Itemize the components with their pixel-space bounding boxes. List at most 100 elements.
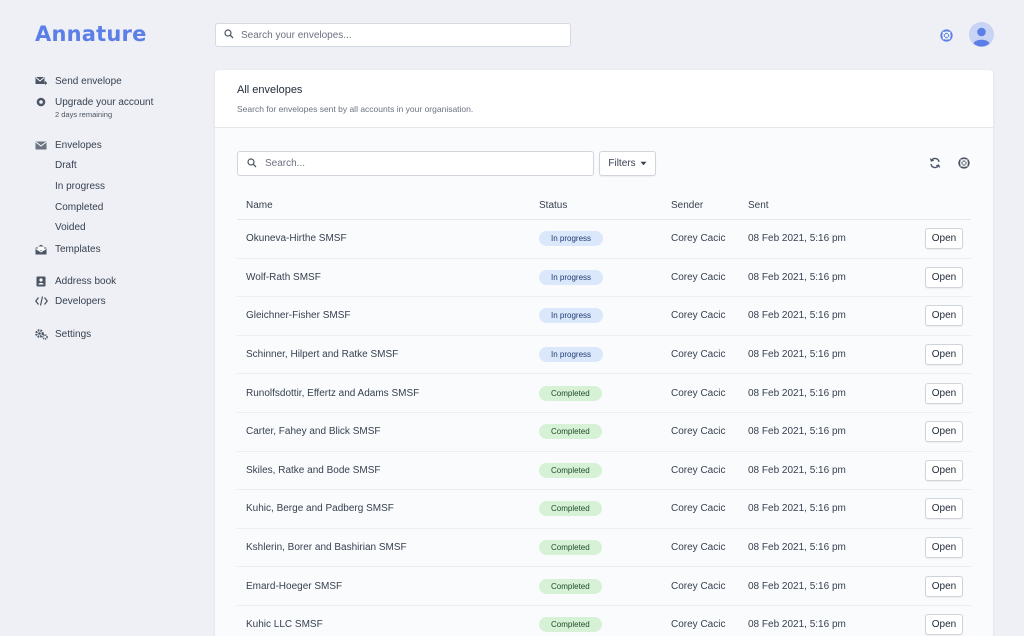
- status-badge: Completed: [539, 462, 602, 478]
- envelope-name: Kuhic LLC SMSF: [246, 619, 323, 631]
- status-cell: In progress: [539, 269, 671, 285]
- status-cell: Completed: [539, 540, 671, 556]
- table-row[interactable]: Kuhic LLC SMSF Completed Corey Cacic 08 …: [237, 606, 971, 636]
- open-button[interactable]: Open: [925, 382, 963, 404]
- status-cell: In progress: [539, 347, 671, 363]
- trial-remaining-note: 2 days remaining: [55, 110, 113, 119]
- sidebar-item-settings[interactable]: Settings: [34, 328, 91, 340]
- open-button[interactable]: Open: [925, 575, 963, 597]
- table-row[interactable]: Schinner, Hilpert and Ratke SMSF In prog…: [237, 336, 971, 375]
- envelopes-card: All envelopes Search for envelopes sent …: [215, 70, 993, 636]
- envelope-sent-date: 08 Feb 2021, 5:16 pm: [748, 580, 846, 592]
- help-icon[interactable]: [957, 156, 971, 170]
- envelope-name: Kuhic, Berge and Padberg SMSF: [246, 503, 394, 515]
- status-cell: Completed: [539, 617, 671, 633]
- help-icon[interactable]: [938, 27, 954, 43]
- status-badge: Completed: [539, 540, 602, 556]
- status-cell: In progress: [539, 231, 671, 247]
- code-icon: [34, 295, 48, 307]
- open-button[interactable]: Open: [925, 228, 963, 250]
- status-badge: Completed: [539, 501, 602, 517]
- table-row[interactable]: Carter, Fahey and Blick SMSF Completed C…: [237, 413, 971, 452]
- top-search-bar[interactable]: [215, 23, 571, 47]
- sidebar-item-send-envelope[interactable]: Send envelope: [34, 75, 122, 87]
- table-row[interactable]: Kuhic, Berge and Padberg SMSF Completed …: [237, 490, 971, 529]
- action-cell: Open: [899, 344, 971, 366]
- envelope-name: Carter, Fahey and Blick SMSF: [246, 426, 381, 438]
- sidebar-item-developers[interactable]: Developers: [34, 295, 106, 307]
- status-cell: In progress: [539, 308, 671, 324]
- envelope-name: Kshlerin, Borer and Bashirian SMSF: [246, 542, 407, 554]
- sidebar-item-label: Upgrade your account: [55, 96, 154, 108]
- open-button[interactable]: Open: [925, 344, 963, 366]
- action-cell: Open: [899, 614, 971, 636]
- envelope-sent-date: 08 Feb 2021, 5:16 pm: [748, 310, 846, 322]
- table-row[interactable]: Wolf-Rath SMSF In progress Corey Cacic 0…: [237, 259, 971, 298]
- envelope-search-input[interactable]: [265, 158, 593, 169]
- user-avatar[interactable]: [969, 22, 994, 47]
- envelope-sent-date: 08 Feb 2021, 5:16 pm: [748, 619, 846, 631]
- sidebar-item-envelopes[interactable]: Envelopes: [34, 139, 102, 151]
- envelope-search-bar[interactable]: [237, 151, 594, 176]
- open-button[interactable]: Open: [925, 537, 963, 559]
- sidebar-item-voided[interactable]: Voided: [55, 222, 86, 233]
- table-row[interactable]: Skiles, Ratke and Bode SMSF Completed Co…: [237, 452, 971, 491]
- envelope-sent-date: 08 Feb 2021, 5:16 pm: [748, 233, 846, 245]
- table-row[interactable]: Runolfsdottir, Effertz and Adams SMSF Co…: [237, 374, 971, 413]
- sidebar-item-label: Developers: [55, 295, 106, 307]
- action-cell: Open: [899, 228, 971, 250]
- open-button[interactable]: Open: [925, 459, 963, 481]
- envelope-sent-date: 08 Feb 2021, 5:16 pm: [748, 349, 846, 361]
- action-cell: Open: [899, 305, 971, 327]
- sidebar-item-completed[interactable]: Completed: [55, 202, 103, 213]
- card-header: All envelopes Search for envelopes sent …: [215, 70, 993, 128]
- user-icon: [969, 22, 994, 47]
- sidebar-item-label: Send envelope: [55, 75, 122, 87]
- table-row[interactable]: Gleichner-Fisher SMSF In progress Corey …: [237, 297, 971, 336]
- filters-label: Filters: [608, 158, 636, 169]
- envelope-sent-date: 08 Feb 2021, 5:16 pm: [748, 503, 846, 515]
- envelope-sent-date: 08 Feb 2021, 5:16 pm: [748, 426, 846, 438]
- envelopes-table: Name Status Sender Sent Okuneva-Hirthe S…: [237, 192, 971, 636]
- sidebar-item-draft[interactable]: Draft: [55, 160, 77, 171]
- table-row[interactable]: Kshlerin, Borer and Bashirian SMSF Compl…: [237, 529, 971, 568]
- envelope-sender: Corey Cacic: [671, 426, 726, 438]
- table-row[interactable]: Okuneva-Hirthe SMSF In progress Corey Ca…: [237, 220, 971, 259]
- sidebar-item-in-progress[interactable]: In progress: [55, 181, 105, 192]
- column-header-sender[interactable]: Sender: [671, 200, 748, 211]
- envelope-name: Schinner, Hilpert and Ratke SMSF: [246, 349, 399, 361]
- open-button[interactable]: Open: [925, 305, 963, 327]
- status-badge: Completed: [539, 385, 602, 401]
- open-button[interactable]: Open: [925, 498, 963, 520]
- app-logo[interactable]: Annature: [35, 22, 147, 46]
- column-header-status[interactable]: Status: [539, 200, 671, 211]
- status-badge: In progress: [539, 231, 604, 247]
- open-button[interactable]: Open: [925, 266, 963, 288]
- envelope-name: Wolf-Rath SMSF: [246, 271, 321, 283]
- sidebar-item-templates[interactable]: Templates: [34, 243, 101, 255]
- table-row[interactable]: Emard-Hoeger SMSF Completed Corey Cacic …: [237, 567, 971, 606]
- column-header-name[interactable]: Name: [246, 200, 539, 211]
- envelope-sender: Corey Cacic: [671, 580, 726, 592]
- send-envelope-icon: [34, 75, 48, 87]
- page-subtitle: Search for envelopes sent by all account…: [237, 104, 474, 114]
- column-header-sent[interactable]: Sent: [748, 200, 908, 211]
- sidebar-item-upgrade[interactable]: Upgrade your account: [34, 96, 153, 108]
- top-search-input[interactable]: [241, 29, 570, 41]
- gear-icon: [34, 328, 48, 340]
- sidebar-item-label: Templates: [55, 243, 101, 255]
- sidebar-item-address-book[interactable]: Address book: [34, 275, 116, 287]
- envelopes-icon: [34, 139, 48, 151]
- action-cell: Open: [899, 575, 971, 597]
- envelope-sent-date: 08 Feb 2021, 5:16 pm: [748, 464, 846, 476]
- status-cell: Completed: [539, 578, 671, 594]
- filters-button[interactable]: Filters: [599, 151, 656, 176]
- envelope-name: Okuneva-Hirthe SMSF: [246, 233, 347, 245]
- envelope-sender: Corey Cacic: [671, 271, 726, 283]
- open-button[interactable]: Open: [925, 614, 963, 636]
- card-body: Filters Name Status Sender Sent Okuneva-…: [215, 128, 993, 636]
- action-cell: Open: [899, 421, 971, 443]
- sidebar-item-label: Address book: [55, 275, 117, 287]
- refresh-icon[interactable]: [928, 156, 942, 170]
- open-button[interactable]: Open: [925, 421, 963, 443]
